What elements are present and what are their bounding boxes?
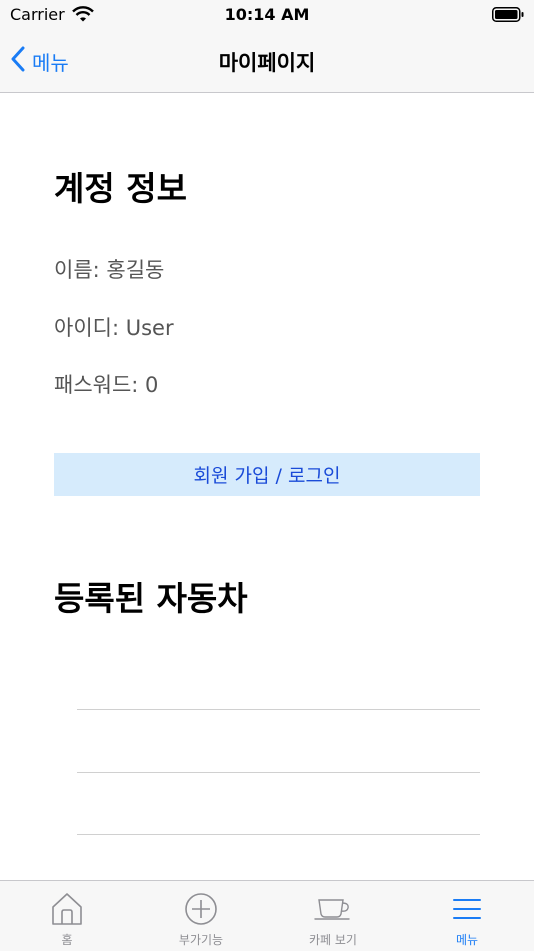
plus-circle-icon [184,891,218,927]
menu-icon [452,891,482,927]
account-name: 이름: 홍길동 [54,254,164,284]
name-label: 이름: [54,258,107,282]
navigation-bar: 메뉴 마이페이지 [0,30,534,93]
tab-home[interactable]: 홈 [0,881,134,951]
password-value: 0 [145,373,159,397]
car-list-separator [77,772,480,773]
tab-bar: 홈 부가기능 카페 보기 메뉴 [0,880,534,951]
status-time: 10:14 AM [224,5,310,24]
home-icon [51,891,83,927]
id-value: User [125,316,174,340]
tab-cafe-view-label: 카페 보기 [309,933,357,947]
tab-extra-features[interactable]: 부가기능 [134,881,268,951]
battery-icon [492,7,524,26]
cars-section-title: 등록된 자동차 [54,579,248,618]
signup-login-button[interactable]: 회원 가입 / 로그인 [54,453,480,496]
tab-extra-features-label: 부가기능 [178,933,224,947]
car-list-separator [77,709,480,710]
account-password: 패스워드: 0 [54,369,158,399]
page-title: 마이페이지 [218,51,316,75]
car-list-separator [77,834,480,835]
status-bar: Carrier 10:14 AM [0,0,534,30]
account-id: 아이디: User [54,312,174,342]
tab-home-label: 홈 [61,933,73,947]
account-section-title: 계정 정보 [54,169,187,208]
cup-icon [313,891,353,927]
tab-menu-label: 메뉴 [455,933,479,947]
name-value: 홍길동 [106,258,165,282]
id-label: 아이디: [54,316,126,340]
tab-cafe-view[interactable]: 카페 보기 [266,881,400,951]
tab-menu[interactable]: 메뉴 [400,881,534,951]
password-label: 패스워드: [54,373,146,397]
